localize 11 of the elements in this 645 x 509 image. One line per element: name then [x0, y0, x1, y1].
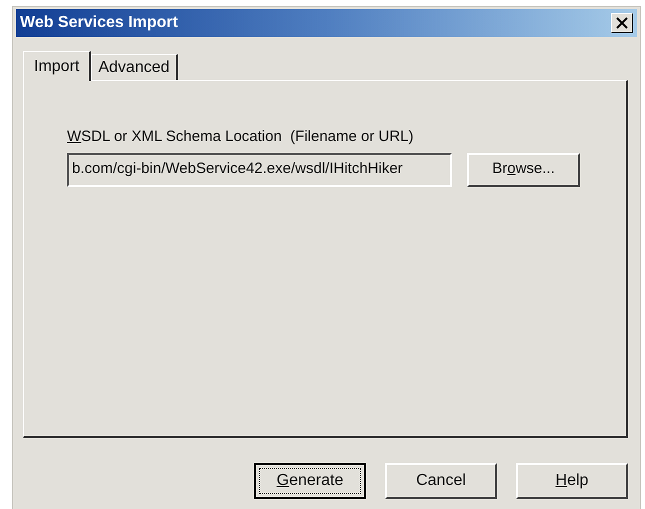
- close-button[interactable]: [611, 13, 633, 33]
- tab[interactable]: Import: [23, 51, 92, 81]
- window-title: Web Services Import: [20, 13, 178, 33]
- location-label: WSDL or XML Schema Location (Filename or URL): [67, 127, 415, 147]
- location-field[interactable]: b.com/cgi-bin/WebService42.exe/wsdl/IHitchHiker: [67, 152, 452, 186]
- close-icon: [616, 17, 628, 29]
- dialog-button[interactable]: Generate: [254, 463, 366, 499]
- dialog-button[interactable]: Help: [516, 463, 628, 499]
- browse-button[interactable]: Browse...: [467, 152, 580, 186]
- dialog-button[interactable]: Cancel: [385, 463, 497, 499]
- tab[interactable]: Advanced: [91, 54, 178, 80]
